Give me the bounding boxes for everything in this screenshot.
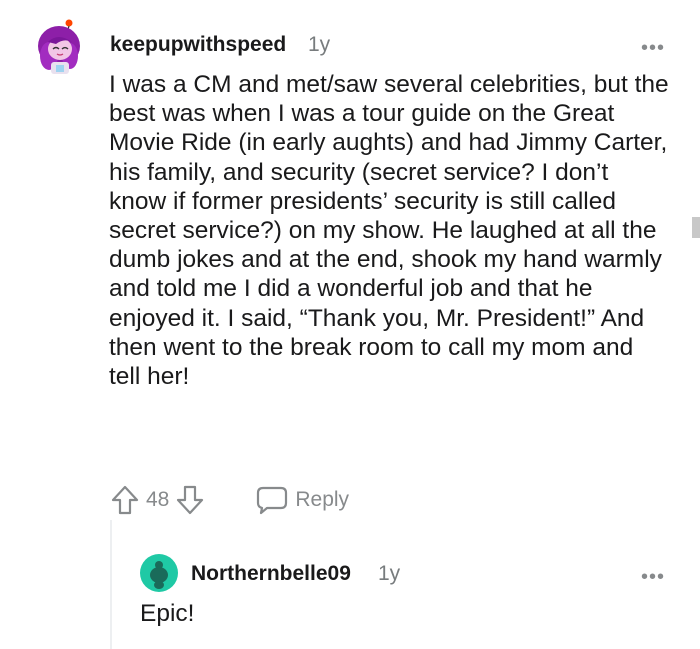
reply-label: Reply: [295, 488, 350, 511]
scrollbar-thumb[interactable]: [692, 217, 700, 238]
arrow-up-icon: [111, 485, 139, 515]
reply-body: Epic!: [140, 600, 195, 627]
snoo-avatar-icon: [140, 554, 178, 592]
downvote-button[interactable]: [175, 484, 205, 516]
user-avatar[interactable]: [36, 18, 82, 76]
comment-body: I was a CM and met/saw several celebriti…: [109, 71, 669, 391]
reply-button[interactable]: Reply: [255, 485, 349, 515]
vote-score: 48: [146, 488, 170, 511]
reply-more-options-icon[interactable]: •••: [641, 567, 665, 587]
comment-username[interactable]: keepupwithspeed: [110, 33, 286, 57]
comment-age: 1y: [308, 33, 331, 56]
thread-line[interactable]: [110, 520, 112, 649]
more-options-icon[interactable]: •••: [641, 38, 665, 58]
avatar-purple-hair-icon: [38, 19, 80, 74]
arrow-down-icon: [177, 485, 204, 515]
speech-bubble-icon: [257, 486, 288, 515]
upvote-button[interactable]: [110, 484, 140, 516]
reply-avatar[interactable]: [140, 554, 178, 592]
reply-age: 1y: [378, 562, 401, 585]
comment-actions: 48 Reply: [110, 480, 349, 520]
reply-username[interactable]: Northernbelle09: [191, 562, 351, 586]
vote-group: 48: [110, 484, 205, 516]
